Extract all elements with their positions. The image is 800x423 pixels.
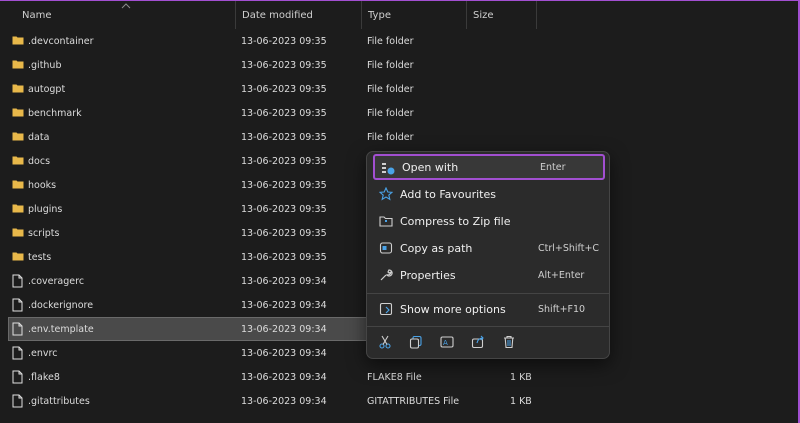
file-name: .github bbox=[28, 59, 62, 71]
share-icon[interactable] bbox=[471, 334, 485, 349]
wrench-icon bbox=[379, 268, 393, 282]
file-name: .dockerignore bbox=[28, 299, 94, 311]
file-type: File folder bbox=[367, 59, 414, 71]
file-explorer-window: Name Date modified Type Size .devcontain… bbox=[0, 0, 800, 423]
menu-item-properties[interactable]: Properties Alt+Enter bbox=[373, 262, 605, 288]
file-icon bbox=[12, 298, 24, 312]
folder-icon bbox=[12, 130, 24, 144]
file-date-modified: 13-06-2023 09:34 bbox=[241, 275, 327, 287]
context-menu: Open with Enter Add to Favourites Compre… bbox=[366, 151, 610, 359]
column-size[interactable]: Size bbox=[467, 1, 537, 29]
file-row[interactable]: .flake8 13-06-2023 09:34 FLAKE8 File 1 KB bbox=[0, 365, 798, 389]
menu-separator bbox=[367, 326, 609, 327]
column-header: Name Date modified Type Size bbox=[0, 1, 798, 29]
file-name: .env.template bbox=[28, 323, 94, 335]
file-name: docs bbox=[28, 155, 51, 167]
folder-icon bbox=[12, 106, 24, 120]
folder-icon bbox=[12, 202, 24, 216]
file-icon bbox=[12, 370, 24, 384]
file-name: scripts bbox=[28, 227, 60, 239]
file-icon bbox=[12, 322, 24, 336]
file-date-modified: 13-06-2023 09:35 bbox=[241, 35, 327, 47]
folder-icon bbox=[12, 34, 24, 48]
file-size: 1 KB bbox=[510, 371, 532, 383]
file-name: data bbox=[28, 131, 50, 143]
file-date-modified: 13-06-2023 09:35 bbox=[241, 59, 327, 71]
file-type: GITATTRIBUTES File bbox=[367, 395, 460, 407]
column-type[interactable]: Type bbox=[362, 1, 467, 29]
file-date-modified: 13-06-2023 09:35 bbox=[241, 83, 327, 95]
menu-separator bbox=[367, 293, 609, 294]
menu-item-compress-zip[interactable]: Compress to Zip file bbox=[373, 208, 605, 234]
file-date-modified: 13-06-2023 09:35 bbox=[241, 203, 327, 215]
file-name: .gitattributes bbox=[28, 395, 90, 407]
file-name: benchmark bbox=[28, 107, 82, 119]
file-date-modified: 13-06-2023 09:34 bbox=[241, 395, 327, 407]
file-name: .coveragerc bbox=[28, 275, 85, 287]
file-date-modified: 13-06-2023 09:34 bbox=[241, 371, 327, 383]
file-date-modified: 13-06-2023 09:34 bbox=[241, 323, 327, 335]
file-name: autogpt bbox=[28, 83, 66, 95]
file-date-modified: 13-06-2023 09:35 bbox=[241, 107, 327, 119]
star-icon bbox=[378, 186, 394, 201]
more-options-icon bbox=[379, 302, 393, 316]
folder-icon bbox=[12, 178, 24, 192]
file-icon bbox=[12, 394, 24, 408]
file-name: .devcontainer bbox=[28, 35, 94, 47]
folder-icon bbox=[12, 82, 24, 96]
file-name: tests bbox=[28, 251, 52, 263]
file-row[interactable]: .gitattributes 13-06-2023 09:34 GITATTRIBU… bbox=[0, 389, 798, 413]
folder-icon bbox=[12, 250, 24, 264]
file-name: plugins bbox=[28, 203, 63, 215]
file-date-modified: 13-06-2023 09:34 bbox=[241, 347, 327, 359]
folder-icon bbox=[12, 154, 24, 168]
file-type: FLAKE8 File bbox=[367, 371, 422, 383]
file-type: File folder bbox=[367, 107, 414, 119]
delete-icon[interactable] bbox=[502, 334, 516, 349]
menu-item-show-more-options[interactable]: Show more options Shift+F10 bbox=[373, 296, 605, 322]
file-date-modified: 13-06-2023 09:35 bbox=[241, 251, 327, 263]
file-date-modified: 13-06-2023 09:35 bbox=[241, 179, 327, 191]
cut-icon[interactable] bbox=[378, 334, 392, 349]
svg-text:A: A bbox=[443, 339, 448, 347]
file-name: .flake8 bbox=[28, 371, 60, 383]
copy-icon[interactable] bbox=[409, 334, 423, 349]
menu-item-copy-as-path[interactable]: Copy as path Ctrl+Shift+C bbox=[373, 235, 605, 261]
folder-icon bbox=[12, 226, 24, 240]
file-date-modified: 13-06-2023 09:35 bbox=[241, 155, 327, 167]
file-date-modified: 13-06-2023 09:35 bbox=[241, 131, 327, 143]
file-name: hooks bbox=[28, 179, 57, 191]
folder-icon bbox=[12, 58, 24, 72]
file-icon bbox=[12, 346, 24, 360]
file-row[interactable]: data 13-06-2023 09:35 File folder bbox=[0, 125, 798, 149]
file-date-modified: 13-06-2023 09:35 bbox=[241, 227, 327, 239]
file-row[interactable]: benchmark 13-06-2023 09:35 File folder bbox=[0, 101, 798, 125]
file-type: File folder bbox=[367, 35, 414, 47]
file-size: 1 KB bbox=[510, 395, 532, 407]
zip-folder-icon bbox=[379, 214, 393, 228]
column-date-modified[interactable]: Date modified bbox=[236, 1, 362, 29]
menu-item-add-to-favourites[interactable]: Add to Favourites bbox=[373, 181, 605, 207]
rename-icon[interactable]: A bbox=[440, 334, 454, 348]
file-type: File folder bbox=[367, 131, 414, 143]
file-icon bbox=[12, 274, 24, 288]
file-type: File folder bbox=[367, 83, 414, 95]
file-name: .envrc bbox=[28, 347, 58, 359]
open-with-icon bbox=[381, 162, 395, 176]
menu-item-open-with[interactable]: Open with Enter bbox=[373, 154, 605, 180]
column-name[interactable]: Name bbox=[0, 1, 236, 29]
copy-path-icon bbox=[379, 241, 393, 255]
file-row[interactable]: .devcontainer 13-06-2023 09:35 File folder bbox=[0, 29, 798, 53]
file-row[interactable]: autogpt 13-06-2023 09:35 File folder bbox=[0, 77, 798, 101]
file-date-modified: 13-06-2023 09:34 bbox=[241, 299, 327, 311]
file-row[interactable]: .github 13-06-2023 09:35 File folder bbox=[0, 53, 798, 77]
